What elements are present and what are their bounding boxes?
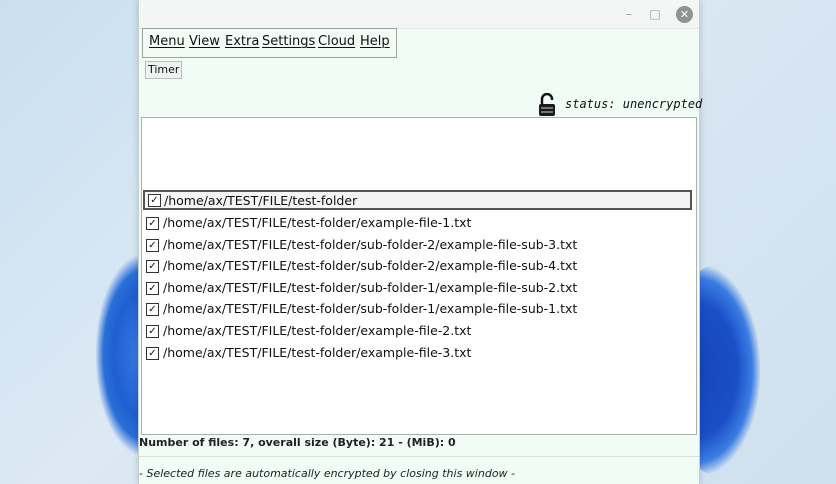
file-checkbox[interactable]: ✓	[146, 303, 159, 316]
file-path: /home/ax/TEST/FILE/test-folder/example-f…	[163, 215, 472, 230]
file-path: /home/ax/TEST/FILE/test-folder	[164, 193, 358, 208]
menubar: Menu View Extra Settings Cloud Help	[142, 28, 397, 58]
menu-item-settings[interactable]: Settings	[262, 34, 315, 49]
menu-item-menu[interactable]: Menu	[149, 34, 185, 49]
file-row[interactable]: ✓ /home/ax/TEST/FILE/test-folder/sub-fol…	[142, 256, 696, 277]
file-path: /home/ax/TEST/FILE/test-folder/sub-folde…	[163, 280, 578, 295]
file-checkbox[interactable]: ✓	[146, 239, 159, 252]
encryption-status: status: unencrypted	[565, 97, 703, 111]
file-checkbox[interactable]: ✓	[146, 217, 159, 230]
file-list[interactable]: ✓ /home/ax/TEST/FILE/test-folder ✓ /home…	[141, 117, 697, 435]
app-window: – □ ✕ Menu View Extra Settings Cloud Hel…	[138, 0, 703, 484]
file-row[interactable]: ✓ /home/ax/TEST/FILE/test-folder	[142, 190, 696, 211]
file-checkbox[interactable]: ✓	[148, 194, 161, 207]
close-icon[interactable]: ✕	[676, 6, 693, 23]
file-path: /home/ax/TEST/FILE/test-folder/example-f…	[163, 323, 472, 338]
file-path: /home/ax/TEST/FILE/test-folder/example-f…	[163, 345, 472, 360]
file-checkbox[interactable]: ✓	[146, 260, 159, 273]
file-checkbox[interactable]: ✓	[146, 282, 159, 295]
timer-button[interactable]: Timer	[145, 61, 183, 79]
file-checkbox[interactable]: ✓	[146, 325, 159, 338]
file-row[interactable]: ✓ /home/ax/TEST/FILE/test-folder/sub-fol…	[142, 235, 696, 256]
file-path: /home/ax/TEST/FILE/test-folder/sub-folde…	[163, 301, 578, 316]
file-path: /home/ax/TEST/FILE/test-folder/sub-folde…	[163, 258, 578, 273]
file-row[interactable]: ✓ /home/ax/TEST/FILE/test-folder/example…	[142, 213, 696, 234]
file-summary: Number of files: 7, overall size (Byte):…	[139, 436, 456, 449]
unlocked-padlock-icon	[539, 93, 555, 116]
divider	[139, 456, 699, 457]
maximize-icon[interactable]: □	[647, 6, 663, 22]
file-row[interactable]: ✓ /home/ax/TEST/FILE/test-folder/sub-fol…	[142, 299, 696, 320]
menu-item-extra[interactable]: Extra	[225, 34, 259, 49]
file-path: /home/ax/TEST/FILE/test-folder/sub-folde…	[163, 237, 578, 252]
file-checkbox[interactable]: ✓	[146, 347, 159, 360]
menu-item-cloud[interactable]: Cloud	[318, 34, 355, 49]
encryption-notice: - Selected files are automatically encry…	[139, 467, 516, 480]
file-row[interactable]: ✓ /home/ax/TEST/FILE/test-folder/example…	[142, 343, 696, 364]
minimize-icon[interactable]: –	[621, 6, 637, 22]
titlebar: – □ ✕	[139, 0, 699, 29]
menu-item-view[interactable]: View	[189, 34, 220, 49]
file-row[interactable]: ✓ /home/ax/TEST/FILE/test-folder/example…	[142, 321, 696, 342]
menu-item-help[interactable]: Help	[360, 34, 390, 49]
file-row[interactable]: ✓ /home/ax/TEST/FILE/test-folder/sub-fol…	[142, 278, 696, 299]
